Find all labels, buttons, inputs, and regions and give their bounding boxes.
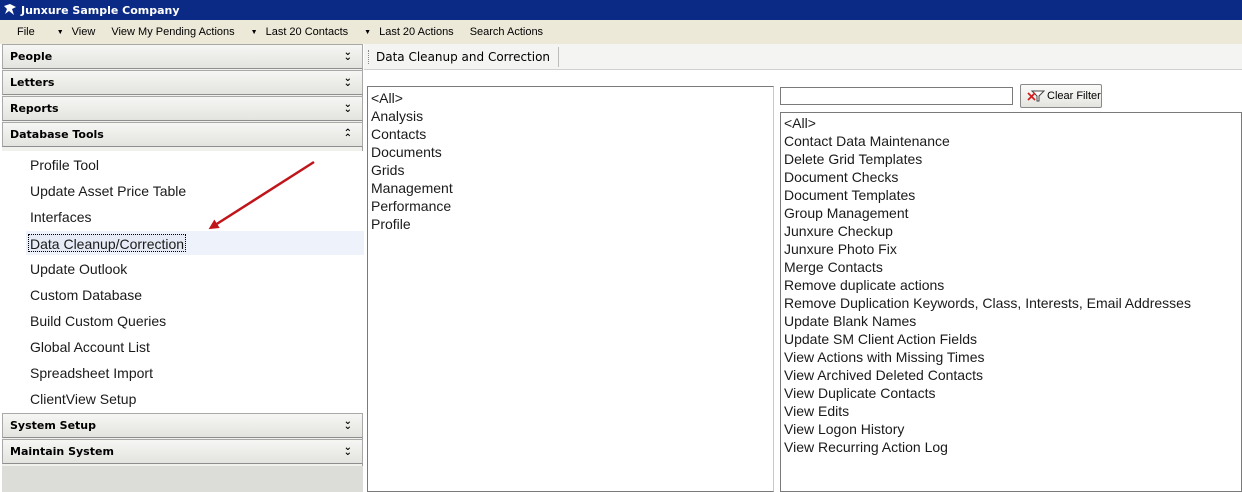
section-reports[interactable]: Reports ⌄ ⌄ <box>2 96 363 121</box>
action-item[interactable]: Remove Duplication Keywords, Class, Inte… <box>784 294 1191 312</box>
section-system-setup-label: System Setup <box>10 419 96 432</box>
tool-global-account-list[interactable]: Global Account List <box>30 338 150 356</box>
menu-search-actions[interactable]: Search Actions <box>462 20 551 44</box>
actions-listbox[interactable]: <All> Contact Data Maintenance Delete Gr… <box>780 112 1242 492</box>
menu-search-label: Search Actions <box>469 26 544 38</box>
expand-chevron-icon: ⌄ ⌄ <box>343 442 352 458</box>
menu-file[interactable]: File <box>0 20 49 44</box>
category-item[interactable]: Analysis <box>371 107 423 125</box>
action-item[interactable]: View Duplicate Contacts <box>784 384 935 402</box>
dropdown-arrow-icon: ▼ <box>56 28 64 36</box>
expand-chevron-icon: ⌄ ⌄ <box>343 416 352 432</box>
section-maintain-system[interactable]: Maintain System ⌄ ⌄ <box>2 439 363 464</box>
tool-update-outlook[interactable]: Update Outlook <box>30 260 127 278</box>
action-item[interactable]: View Archived Deleted Contacts <box>784 366 983 384</box>
tool-interfaces[interactable]: Interfaces <box>30 208 91 226</box>
category-listbox[interactable]: <All> Analysis Contacts Documents Grids … <box>367 86 774 492</box>
action-item[interactable]: <All> <box>784 114 816 132</box>
section-reports-label: Reports <box>10 102 59 115</box>
category-item[interactable]: <All> <box>371 89 403 107</box>
action-item[interactable]: Junxure Photo Fix <box>784 240 897 258</box>
app-logo-icon <box>2 2 18 18</box>
action-item[interactable]: View Edits <box>784 402 849 420</box>
menu-pending-label: View My Pending Actions <box>111 26 235 38</box>
tab-strip: Data Cleanup and Correction <box>364 44 1242 70</box>
section-maintain-system-label: Maintain System <box>10 445 114 458</box>
window-titlebar: Junxure Sample Company <box>0 0 1242 20</box>
action-item[interactable]: Document Checks <box>784 168 898 186</box>
tool-custom-database[interactable]: Custom Database <box>30 286 142 304</box>
action-item[interactable]: View Logon History <box>784 420 904 438</box>
action-item[interactable]: Update Blank Names <box>784 312 916 330</box>
clear-filter-label: Clear Filter <box>1047 90 1101 102</box>
tool-data-cleanup-correction[interactable]: Data Cleanup/Correction <box>28 234 187 252</box>
expand-chevron-icon: ⌄ ⌄ <box>343 47 352 63</box>
menu-last-20-contacts[interactable]: ▼ Last 20 Contacts <box>243 20 357 44</box>
menu-last-20-actions[interactable]: ▼ Last 20 Actions <box>356 20 462 44</box>
menu-bar: File ▼ View View My Pending Actions ▼ Last… <box>0 20 1242 44</box>
action-item[interactable]: Remove duplicate actions <box>784 276 944 294</box>
navigation-sidebar: People ⌄ ⌄ Letters ⌄ ⌄ Reports ⌄ ⌄ Database… <box>2 44 364 492</box>
menu-last-contacts-label: Last 20 Contacts <box>265 26 349 38</box>
action-item[interactable]: Junxure Checkup <box>784 222 893 240</box>
section-letters-label: Letters <box>10 76 55 89</box>
action-item[interactable]: Contact Data Maintenance <box>784 132 950 150</box>
tab-data-cleanup[interactable]: Data Cleanup and Correction <box>376 47 560 67</box>
clear-filter-button[interactable]: Clear Filter <box>1020 84 1102 108</box>
menu-last-actions-label: Last 20 Actions <box>379 26 454 38</box>
tool-spreadsheet-import[interactable]: Spreadsheet Import <box>30 364 153 382</box>
section-database-tools[interactable]: Database Tools ⌃ ⌃ <box>2 122 363 147</box>
expand-chevron-icon: ⌄ ⌄ <box>343 99 352 115</box>
menu-view-label: View <box>71 26 96 38</box>
database-tools-panel: Profile Tool Update Asset Price Table In… <box>2 151 364 415</box>
tool-profile-tool[interactable]: Profile Tool <box>30 156 99 174</box>
action-item[interactable]: Merge Contacts <box>784 258 883 276</box>
action-item[interactable]: Delete Grid Templates <box>784 150 922 168</box>
section-people[interactable]: People ⌄ ⌄ <box>2 44 363 69</box>
category-item[interactable]: Profile <box>371 215 411 233</box>
action-item[interactable]: Group Management <box>784 204 909 222</box>
menu-view-my-pending-actions[interactable]: View My Pending Actions <box>103 20 242 44</box>
category-item[interactable]: Documents <box>371 143 442 161</box>
category-item[interactable]: Performance <box>371 197 451 215</box>
category-item[interactable]: Grids <box>371 161 404 179</box>
toolbar-grip[interactable] <box>368 50 370 64</box>
sidebar-empty-area <box>2 466 363 492</box>
clear-filter-icon <box>1026 89 1046 103</box>
filter-input[interactable] <box>780 87 1013 105</box>
section-people-label: People <box>10 50 53 63</box>
action-item[interactable]: Document Templates <box>784 186 915 204</box>
tool-update-asset-price-table[interactable]: Update Asset Price Table <box>30 182 186 200</box>
section-database-tools-label: Database Tools <box>10 128 104 141</box>
section-system-setup[interactable]: System Setup ⌄ ⌄ <box>2 413 363 438</box>
collapse-chevron-icon: ⌃ ⌃ <box>343 128 352 144</box>
expand-chevron-icon: ⌄ ⌄ <box>343 73 352 89</box>
menu-view[interactable]: ▼ View <box>49 20 104 44</box>
tool-clientview-setup[interactable]: ClientView Setup <box>30 390 136 408</box>
dropdown-arrow-icon: ▼ <box>364 28 372 36</box>
dropdown-arrow-icon: ▼ <box>250 28 258 36</box>
action-item[interactable]: View Recurring Action Log <box>784 438 948 456</box>
action-item[interactable]: Update SM Client Action Fields <box>784 330 977 348</box>
menu-file-label: File <box>17 26 35 38</box>
tool-build-custom-queries[interactable]: Build Custom Queries <box>30 312 166 330</box>
action-item[interactable]: View Actions with Missing Times <box>784 348 984 366</box>
window-title: Junxure Sample Company <box>21 3 180 17</box>
category-item[interactable]: Contacts <box>371 125 426 143</box>
section-letters[interactable]: Letters ⌄ ⌄ <box>2 70 363 95</box>
category-item[interactable]: Management <box>371 179 453 197</box>
